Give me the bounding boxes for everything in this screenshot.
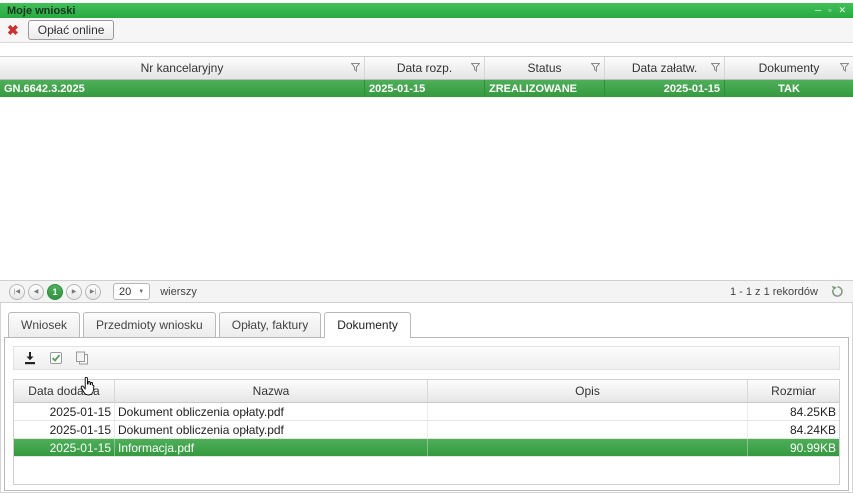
- select-documents-icon[interactable]: [49, 351, 63, 365]
- filter-icon[interactable]: [840, 63, 849, 72]
- column-header-nazwa[interactable]: Nazwa: [115, 380, 428, 402]
- document-row[interactable]: 2025-01-15 Informacja.pdf 90.99KB: [14, 439, 839, 457]
- window-controls: ─ ▫ ✕: [815, 3, 846, 18]
- prev-page-button[interactable]: ◀: [28, 284, 44, 300]
- cell-opis: [428, 403, 748, 420]
- column-header-rozmiar[interactable]: Rozmiar: [748, 380, 839, 402]
- cell-data-dodania: 2025-01-15: [14, 421, 115, 438]
- documents-header-row: Data dodania Nazwa Opis Rozmiar: [14, 380, 839, 403]
- document-row[interactable]: 2025-01-15 Dokument obliczenia opłaty.pd…: [14, 403, 839, 421]
- first-page-button[interactable]: |◀: [9, 284, 25, 300]
- applications-grid: Nr kancelaryjny Data rozp. Status Data z…: [0, 43, 853, 280]
- cell-data-rozp: 2025-01-15: [365, 80, 485, 97]
- dokumenty-tab-panel: Data dodania Nazwa Opis Rozmiar 2025-01-…: [4, 337, 849, 491]
- column-header-status[interactable]: Status: [485, 57, 605, 79]
- last-page-button[interactable]: ▶|: [85, 284, 101, 300]
- window-title: Moje wnioski: [7, 5, 75, 17]
- next-page-button[interactable]: ▶: [66, 284, 82, 300]
- pagination-bar: |◀ ◀ 1 ▶ ▶| 20 ▼ wierszy 1 - 1 z 1 rekor…: [0, 280, 853, 303]
- chevron-down-icon: ▼: [138, 289, 144, 295]
- window-titlebar[interactable]: Moje wnioski ─ ▫ ✕: [0, 3, 853, 18]
- cell-status: ZREALIZOWANE: [485, 80, 605, 97]
- cell-data-zalatw: 2025-01-15: [605, 80, 725, 97]
- cell-rozmiar: 90.99KB: [748, 439, 839, 456]
- tab-bar: Wniosek Przedmioty wniosku Opłaty, faktu…: [0, 310, 853, 337]
- cell-nazwa: Dokument obliczenia opłaty.pdf: [115, 403, 428, 420]
- tab-dokumenty[interactable]: Dokumenty: [324, 312, 411, 338]
- grid-header-row: Nr kancelaryjny Data rozp. Status Data z…: [0, 56, 853, 80]
- column-header-opis[interactable]: Opis: [428, 380, 748, 402]
- moje-wnioski-window: Moje wnioski ─ ▫ ✕ ✖ Opłać online Nr kan…: [0, 0, 853, 493]
- copy-icon[interactable]: [75, 351, 89, 365]
- mouse-cursor: [80, 377, 95, 396]
- column-header-label: Nr kancelaryjny: [141, 61, 224, 75]
- page-size-value: 20: [119, 286, 131, 298]
- filter-icon[interactable]: [711, 63, 720, 72]
- maximize-button[interactable]: ▫: [828, 3, 831, 18]
- cell-opis: [428, 439, 748, 456]
- cell-data-dodania: 2025-01-15: [14, 439, 115, 456]
- close-button[interactable]: ✕: [838, 3, 846, 18]
- column-header-data-zalatw[interactable]: Data załatw.: [605, 57, 725, 79]
- rows-label: wierszy: [160, 286, 197, 298]
- cell-opis: [428, 421, 748, 438]
- minimize-button[interactable]: ─: [815, 3, 821, 18]
- cell-nr-kancelaryjny: GN.6642.3.2025: [0, 80, 365, 97]
- current-page-button[interactable]: 1: [47, 284, 63, 300]
- page-size-select[interactable]: 20 ▼: [113, 283, 150, 300]
- cell-rozmiar: 84.25KB: [748, 403, 839, 420]
- window-toolbar: ✖ Opłać online: [0, 18, 853, 43]
- tab-oplaty-faktury[interactable]: Opłaty, faktury: [219, 312, 321, 337]
- column-header-label: Dokumenty: [759, 61, 820, 75]
- documents-table: Data dodania Nazwa Opis Rozmiar 2025-01-…: [13, 379, 840, 485]
- cell-nazwa: Informacja.pdf: [115, 439, 428, 456]
- column-header-label: Data załatw.: [632, 61, 697, 75]
- filter-icon[interactable]: [351, 63, 360, 72]
- tab-wniosek[interactable]: Wniosek: [8, 312, 80, 337]
- document-row[interactable]: 2025-01-15 Dokument obliczenia opłaty.pd…: [14, 421, 839, 439]
- table-row[interactable]: GN.6642.3.2025 2025-01-15 ZREALIZOWANE 2…: [0, 80, 853, 97]
- filter-icon[interactable]: [471, 63, 480, 72]
- cell-dokumenty: TAK: [725, 80, 853, 97]
- filter-icon[interactable]: [591, 63, 600, 72]
- column-header-label: Status: [527, 61, 561, 75]
- column-header-data-rozp[interactable]: Data rozp.: [365, 57, 485, 79]
- records-count: 1 - 1 z 1 rekordów: [730, 286, 818, 298]
- refresh-icon[interactable]: [831, 285, 844, 298]
- cell-rozmiar: 84.24KB: [748, 421, 839, 438]
- cell-data-dodania: 2025-01-15: [14, 403, 115, 420]
- column-header-nr-kancelaryjny[interactable]: Nr kancelaryjny: [0, 57, 365, 79]
- column-header-dokumenty[interactable]: Dokumenty: [725, 57, 853, 79]
- pay-online-button[interactable]: Opłać online: [28, 20, 115, 40]
- tab-przedmioty-wniosku[interactable]: Przedmioty wniosku: [83, 312, 216, 337]
- documents-toolbar: [13, 346, 840, 370]
- column-header-label: Data rozp.: [397, 61, 452, 75]
- close-icon[interactable]: ✖: [7, 23, 19, 37]
- download-icon[interactable]: [23, 351, 37, 365]
- column-header-data-dodania[interactable]: Data dodania: [14, 380, 115, 402]
- cell-nazwa: Dokument obliczenia opłaty.pdf: [115, 421, 428, 438]
